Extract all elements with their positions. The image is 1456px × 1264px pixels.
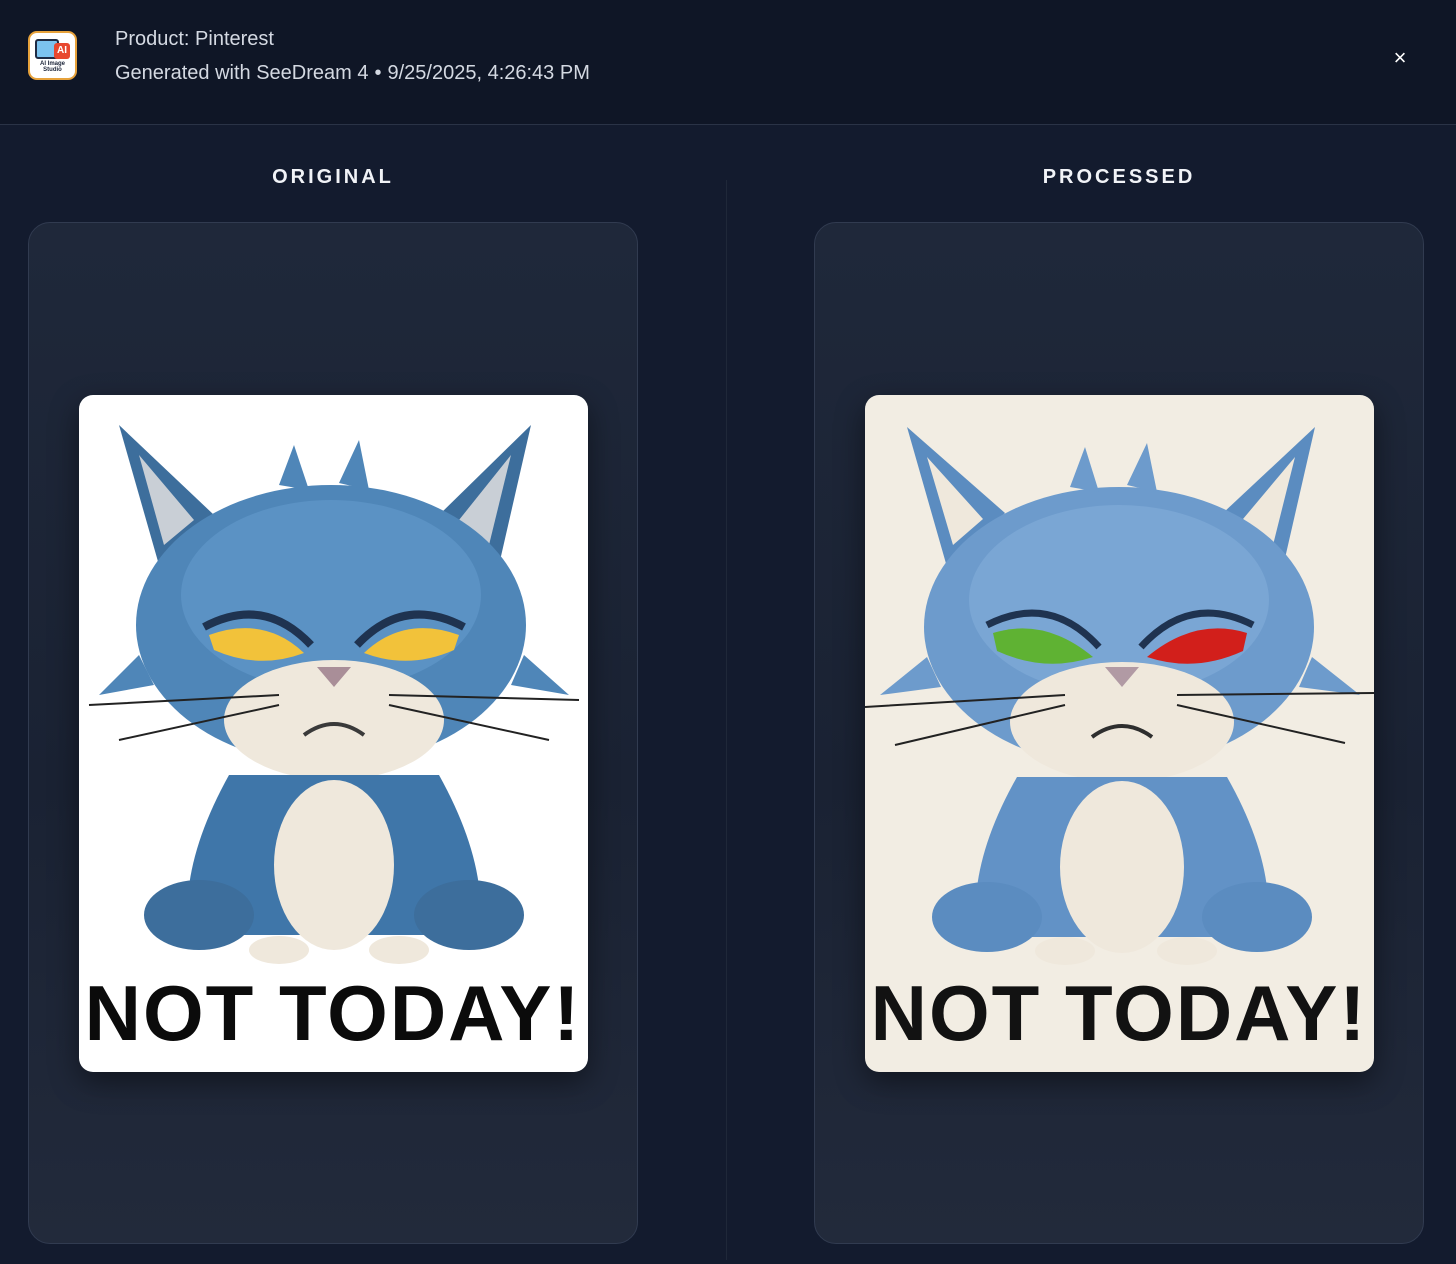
processed-image[interactable]: NOT TODAY! — [865, 395, 1374, 1072]
processed-title: PROCESSED — [1042, 166, 1196, 188]
processed-image-text: NOT TODAY! — [871, 969, 1368, 1057]
model-label: Generated with SeeDream 4 — [115, 62, 369, 84]
generation-info: Generated with SeeDream 4 • 9/25/2025, 4:2… — [115, 62, 590, 85]
original-cat-illustration: NOT TODAY! — [79, 395, 588, 1072]
pane-divider — [726, 180, 727, 1260]
app-logo: AI AI Image Studio — [28, 31, 77, 80]
logo-caption: AI Image Studio — [39, 61, 65, 73]
separator-dot: • — [374, 62, 382, 84]
close-button[interactable]: × — [1386, 44, 1414, 72]
product-label: Product: Pinterest — [115, 28, 274, 50]
original-title: ORIGINAL — [272, 166, 394, 188]
original-image[interactable]: NOT TODAY! — [79, 395, 588, 1072]
timestamp: 9/25/2025, 4:26:43 PM — [387, 62, 590, 84]
original-image-text: NOT TODAY! — [85, 969, 582, 1057]
processed-card: NOT TODAY! — [814, 222, 1424, 1244]
ai-badge: AI — [54, 43, 70, 59]
original-card: NOT TODAY! — [28, 222, 638, 1244]
processed-cat-illustration: NOT TODAY! — [865, 395, 1374, 1072]
header-bar: AI AI Image Studio Product: Pinterest Ge… — [0, 0, 1456, 125]
